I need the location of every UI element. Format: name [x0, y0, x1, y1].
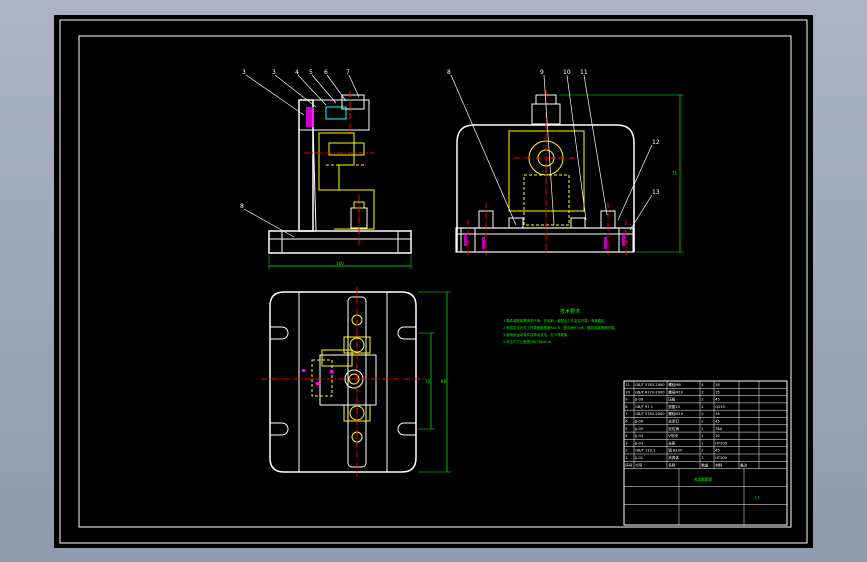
parts-cell: HT200	[715, 456, 727, 460]
parts-cell: 9	[625, 398, 628, 402]
parts-cell: 1	[701, 427, 703, 431]
parts-cell: T8A	[714, 427, 722, 431]
parts-cell: 11	[625, 383, 630, 387]
parts-cell: GB/T 119.1	[635, 449, 655, 453]
parts-cell: 20	[715, 434, 720, 438]
parts-cell: Q235	[715, 405, 725, 409]
parts-cell: 7	[625, 412, 627, 416]
parts-cell: 支座	[668, 440, 676, 445]
front-view: 3 3 4 5 6 7 8 160	[240, 69, 412, 269]
parts-cell: 6	[625, 420, 628, 424]
balloon-side-4: 11	[580, 69, 588, 76]
parts-cell: 8	[625, 405, 628, 409]
parts-cell: 35	[715, 412, 720, 416]
dim-side-height: 75	[672, 171, 678, 176]
balloon-front-5: 6	[324, 69, 328, 76]
tech-req-title: 技术要求	[560, 308, 580, 315]
parts-cell: 定位销	[668, 426, 679, 431]
parts-cell: 垫圈10	[668, 404, 680, 409]
tech-req-line-4: 4.未注尺寸公差按GB/T1804-m。	[503, 339, 555, 344]
parts-cell: 1	[701, 456, 703, 460]
tech-req-line-3: 3.各相对运动零件应转动灵活，无卡滞现象。	[503, 332, 571, 337]
parts-header-cell: 数量	[701, 462, 709, 467]
balloon-side-3: 10	[563, 69, 571, 76]
parts-header-cell: 备注	[740, 462, 748, 467]
parts-cell: JJ-04	[634, 434, 644, 438]
balloon-front-7: 8	[240, 203, 244, 210]
parts-cell: 2	[625, 449, 627, 453]
parts-cell: 10	[625, 390, 630, 394]
balloon-side-6: 13	[652, 189, 660, 196]
drawing-title-text: 夹具装配图	[694, 477, 712, 482]
balloon-front-3: 4	[295, 69, 299, 76]
side-view: 75 8 9 10 11 12 13	[447, 69, 684, 255]
tech-req-line-2: 2.夹具定位元件工作表面粗糙度Ra1.6，配合面H7/g6，螺纹连接紧固可靠。	[503, 325, 618, 330]
parts-cell: 45	[715, 398, 720, 402]
parts-cell: 螺母M10	[668, 389, 684, 394]
parts-cell: 45	[715, 420, 720, 424]
balloon-front-2: 3	[272, 69, 276, 76]
title-block: 11 GB/T 5783-2000 螺栓M8 4 3510 GB/T 6170-2000 螺…	[623, 380, 788, 526]
drawing-frame	[78, 35, 792, 528]
dim-plan-width: 70	[425, 379, 431, 384]
plan-view: 70 88	[261, 287, 451, 477]
parts-cell: 35	[715, 383, 720, 387]
parts-header-cell: 材料	[715, 462, 723, 467]
parts-cell: 压板	[668, 397, 676, 402]
parts-cell: 螺栓M8	[668, 382, 681, 387]
parts-cell: 2	[701, 449, 703, 453]
parts-cell: 2	[701, 412, 703, 416]
parts-cell: 螺栓M10	[668, 411, 684, 416]
parts-cell: 2	[701, 398, 703, 402]
parts-cell: 3	[625, 441, 627, 445]
parts-cell: JJ-01	[634, 456, 643, 460]
parts-cell: JJ-03	[634, 441, 643, 445]
parts-cell: GB/T 5783-2000	[635, 383, 665, 387]
parts-cell: 35	[715, 390, 720, 394]
parts-cell: 2	[701, 405, 703, 409]
sheet-border	[59, 19, 808, 544]
tech-req-line-1: 1.零件装配前需清洗干净，去毛刺，装配后工件定位可靠，夹紧稳定。	[503, 318, 608, 323]
parts-header-cell: 代号	[635, 462, 643, 467]
parts-cell: 5	[625, 427, 627, 431]
balloon-front-1: 3	[242, 69, 246, 76]
parts-cell: 2	[701, 420, 703, 424]
parts-cell: 1	[701, 441, 703, 445]
balloon-side-1: 8	[447, 69, 451, 76]
balloon-side-2: 9	[540, 69, 544, 76]
parts-cell: GB/T 97.1	[635, 405, 653, 409]
parts-cell: 4	[625, 434, 628, 438]
parts-cell: V形块	[668, 433, 678, 438]
parts-cell: JJ-06	[634, 420, 644, 424]
parts-cell: GB/T 5782-2000	[635, 412, 665, 416]
parts-cell: 45	[715, 449, 720, 453]
dim-front-width: 160	[336, 261, 344, 266]
parts-cell: 支承钉	[668, 419, 679, 424]
parts-cell: HT200	[715, 441, 727, 445]
parts-cell: 销 8x30	[668, 448, 682, 453]
parts-cell: 4	[701, 383, 704, 387]
parts-cell: 1	[625, 456, 627, 460]
technical-requirements: 技术要求 1.零件装配前需清洗干净，去毛刺，装配后工件定位可靠，夹紧稳定。 2.…	[503, 308, 618, 344]
drawing-canvas: 3 3 4 5 6 7 8 160 75 8 9 10 11 12 13 70 …	[54, 15, 813, 548]
balloon-front-4: 5	[309, 69, 313, 76]
dim-plan-length: 88	[441, 379, 447, 384]
cad-drawing: 3 3 4 5 6 7 8 160 75 8 9 10 11 12 13 70 …	[59, 19, 808, 544]
parts-cell: 1	[701, 434, 703, 438]
balloon-front-6: 7	[346, 69, 350, 76]
parts-cell: GB/T 6170-2000	[635, 390, 665, 394]
parts-cell: 2	[701, 390, 703, 394]
scale-text: 1:1	[754, 496, 760, 500]
parts-cell: JJ-09	[634, 398, 644, 402]
balloon-side-5: 12	[652, 139, 660, 146]
parts-cell: 夹具体	[668, 455, 679, 460]
parts-header-cell: 名称	[668, 462, 676, 467]
parts-header-cell: 序号	[625, 462, 633, 467]
parts-cell: JJ-05	[634, 427, 643, 431]
